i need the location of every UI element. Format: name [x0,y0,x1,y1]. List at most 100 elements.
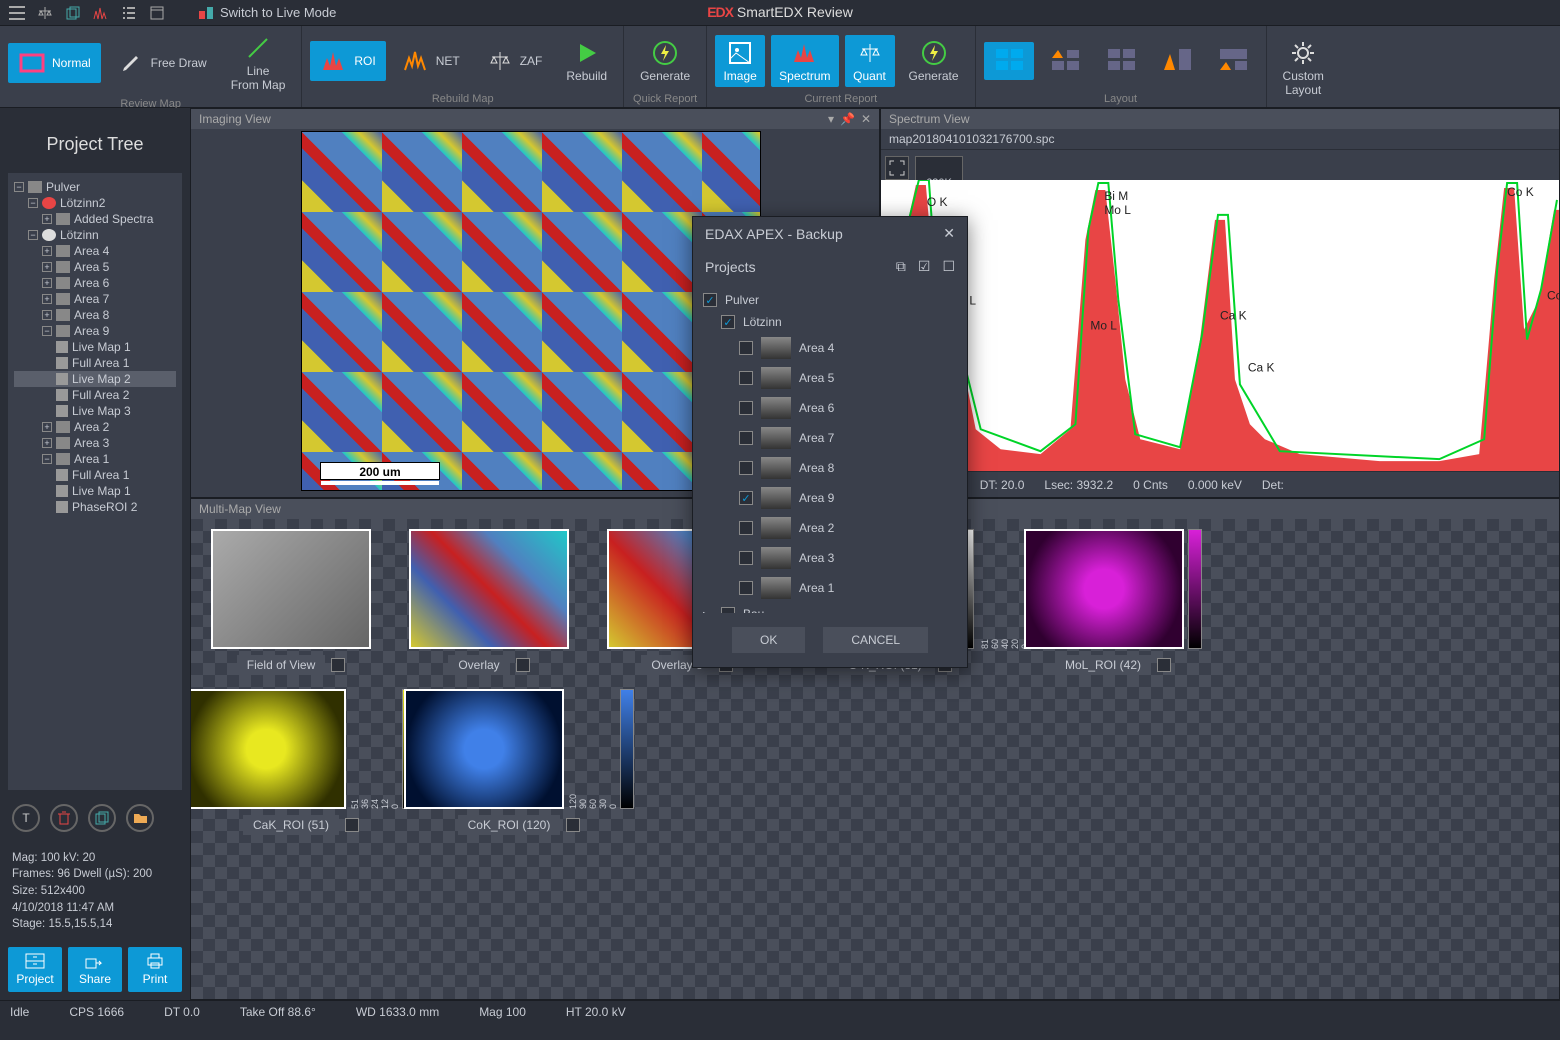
rebuild-map-label: Rebuild Map [310,91,615,105]
pin-icon[interactable]: ▾ [828,112,834,126]
share-icon [85,953,105,969]
report-generate-button[interactable]: Generate [901,35,967,87]
area-thumbnail [761,337,791,359]
checkbox[interactable] [739,521,753,535]
map-checkbox[interactable] [1157,658,1171,672]
tree-leaf[interactable]: Live Map 2 [14,371,176,387]
tree-node[interactable]: +Area 6 [14,275,176,291]
tree-node[interactable]: −Lötzinn [14,227,176,243]
balance-icon[interactable] [36,4,54,22]
project-list[interactable]: Pulver Lötzinn Area 4 Area 5 Area 6 Area… [693,283,967,613]
checkbox[interactable] [721,607,735,613]
multimap-title: Multi-Map View [199,502,281,516]
map-thumbnail[interactable] [409,529,569,649]
status-mag: Mag 100 [479,1005,526,1019]
close-icon[interactable]: ✕ [943,225,955,242]
tree-node[interactable]: +Added Spectra [14,211,176,227]
project-tree[interactable]: −Pulver −Lötzinn2 +Added Spectra −Lötzin… [8,173,182,790]
quick-generate-button[interactable]: Generate [632,35,698,87]
app-title: EDX SmartEDX Review [707,4,853,20]
area-label: Area 7 [799,431,834,445]
checkbox[interactable] [739,431,753,445]
copy-icon[interactable] [64,4,82,22]
checkbox[interactable] [739,371,753,385]
layout-2-button[interactable] [1040,42,1090,80]
spectrum-button[interactable]: Spectrum [771,35,838,87]
delete-button[interactable] [50,804,78,832]
ok-button[interactable]: OK [732,627,805,653]
checkbox[interactable] [703,293,717,307]
zoom-fit-icon[interactable] [885,156,909,180]
tree-leaf[interactable]: Full Area 1 [14,355,176,371]
checkbox[interactable] [739,401,753,415]
layout-3-button[interactable] [1096,42,1146,80]
svg-text:Mo L: Mo L [1090,319,1117,333]
print-button[interactable]: Print [128,947,182,992]
tree-leaf[interactable]: Live Map 3 [14,403,176,419]
switch-to-live-button[interactable]: Switch to Live Mode [198,5,336,20]
list-icon[interactable] [120,4,138,22]
window-icon[interactable] [148,4,166,22]
rebuild-button[interactable]: Rebuild [558,35,615,87]
tree-node[interactable]: −Area 9 [14,323,176,339]
layout-4-button[interactable] [1152,42,1202,80]
status-wd: WD 1633.0 mm [356,1005,439,1019]
share-button[interactable]: Share [68,947,122,992]
tree-root[interactable]: −Pulver [14,179,176,195]
map-checkbox[interactable] [516,658,530,672]
quant-button[interactable]: Quant [845,35,895,87]
close-icon[interactable]: ✕ [861,112,871,126]
layout-1-button[interactable] [984,42,1034,80]
line-from-map-button[interactable]: Line From Map [223,30,294,96]
spectrum-chart[interactable]: O K Co L Ca L Bi M Mo L Mo L Ca K Ca K C… [881,180,1559,489]
checkbox[interactable] [739,581,753,595]
text-tool-button[interactable]: T [12,804,40,832]
hamburger-icon[interactable] [8,4,26,22]
map-checkbox[interactable] [566,818,580,832]
tree-node[interactable]: +Area 3 [14,435,176,451]
layout-5-button[interactable] [1208,42,1258,80]
project-button[interactable]: Project [8,947,62,992]
tree-leaf[interactable]: PhaseROI 2 [14,499,176,515]
checkbox[interactable] [739,551,753,565]
tree-node[interactable]: +Area 5 [14,259,176,275]
cancel-button[interactable]: CANCEL [823,627,928,653]
checkbox[interactable] [739,341,753,355]
map-thumbnail[interactable] [404,689,564,809]
tree-node[interactable]: −Lötzinn2 [14,195,176,211]
freedraw-button[interactable]: Free Draw [107,43,217,83]
tree-node[interactable]: +Area 4 [14,243,176,259]
checkbox[interactable] [739,461,753,475]
pin-icon[interactable]: 📌 [840,112,855,126]
tree-leaf[interactable]: Full Area 1 [14,467,176,483]
check-all-icon[interactable]: ☑ [918,258,931,275]
tree-leaf[interactable]: Full Area 2 [14,387,176,403]
tree-node[interactable]: +Area 8 [14,307,176,323]
balance-zaf-icon [486,47,514,75]
copy-tool-button[interactable] [88,804,116,832]
map-checkbox[interactable] [331,658,345,672]
folder-button[interactable] [126,804,154,832]
image-button[interactable]: Image [715,35,765,87]
custom-layout-button[interactable]: Custom Layout [1275,35,1332,101]
net-button[interactable]: NET [392,41,470,81]
map-thumbnail[interactable] [1024,529,1184,649]
uncheck-all-icon[interactable]: ☐ [942,258,955,275]
copy-icon[interactable]: ⧉ [896,258,906,275]
checkbox[interactable] [721,315,735,329]
map-thumbnail[interactable] [211,529,371,649]
map-thumbnail[interactable] [191,689,346,809]
normal-button[interactable]: Normal [8,43,101,83]
roi-button[interactable]: ROI [310,41,385,81]
checkbox[interactable] [739,491,753,505]
tree-node[interactable]: +Area 2 [14,419,176,435]
spectrum-title: Spectrum View [889,112,969,126]
map-checkbox[interactable] [345,818,359,832]
spectrum-mini-icon[interactable] [92,4,110,22]
tree-node[interactable]: −Area 1 [14,451,176,467]
tree-node[interactable]: +Area 7 [14,291,176,307]
tree-leaf[interactable]: Live Map 1 [14,483,176,499]
tree-leaf[interactable]: Live Map 1 [14,339,176,355]
zaf-button[interactable]: ZAF [476,41,553,81]
live-icon [198,6,214,20]
